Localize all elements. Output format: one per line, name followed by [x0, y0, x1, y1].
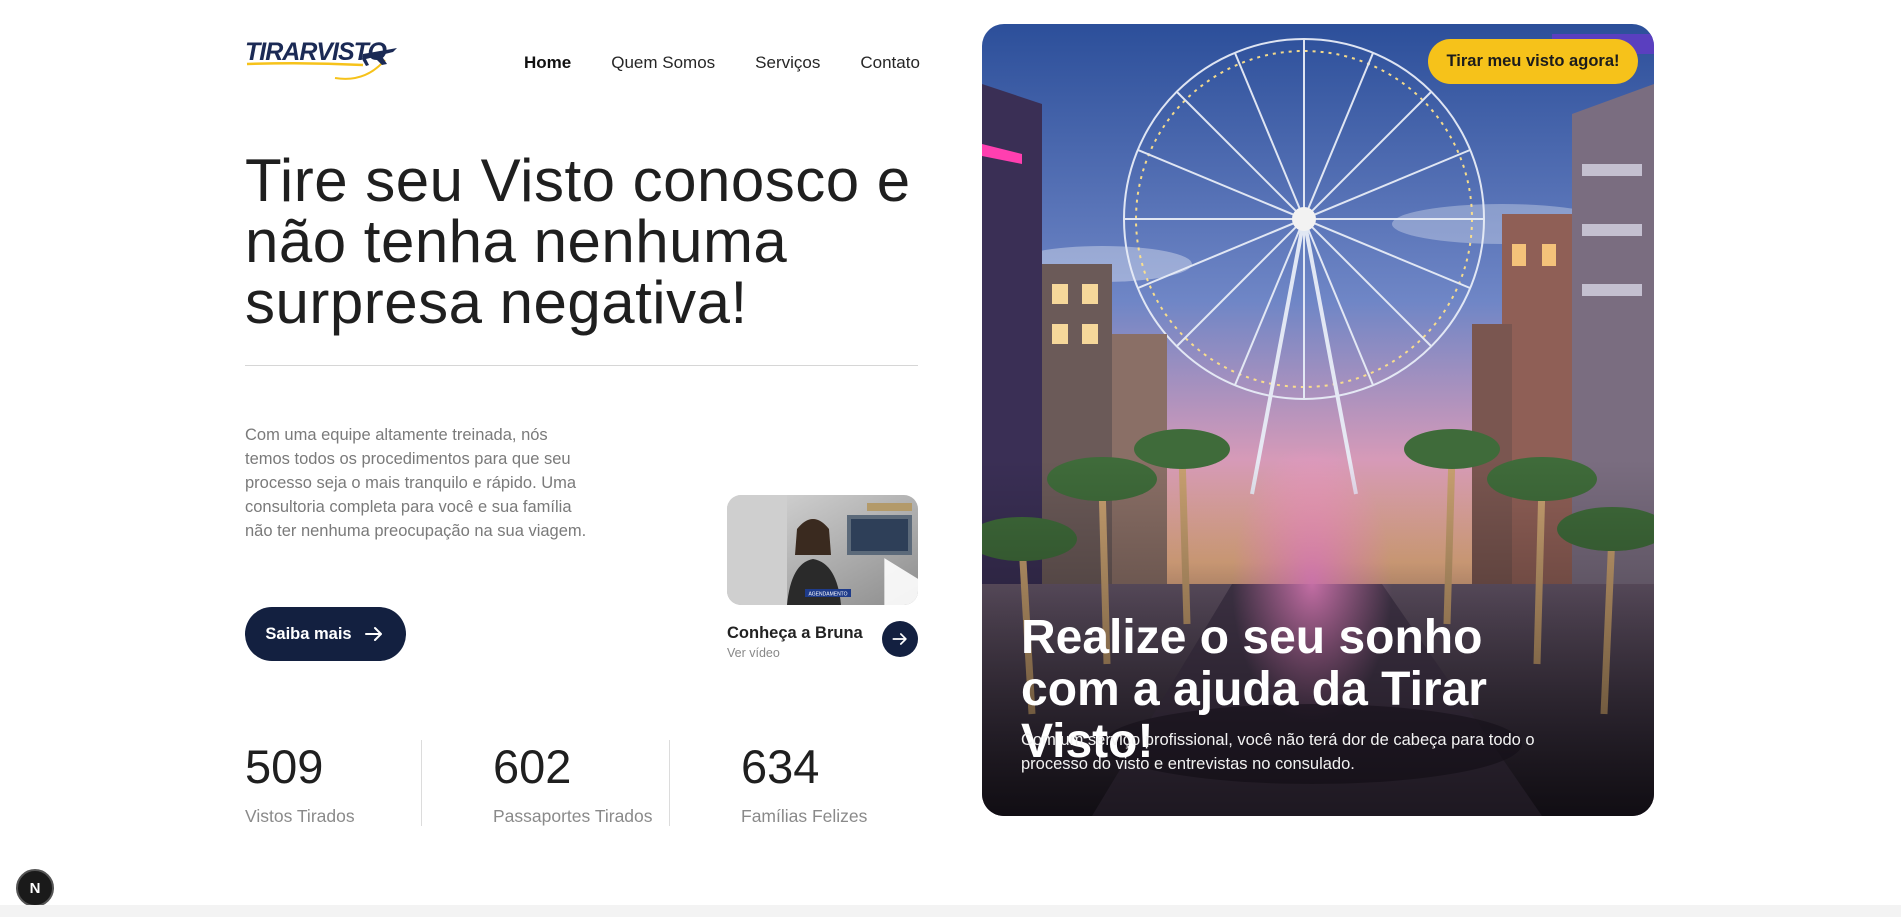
stat-value: 602: [493, 740, 572, 793]
stat-label: Passaportes Tirados: [493, 806, 653, 826]
nav-item-quem-somos[interactable]: Quem Somos: [611, 53, 715, 73]
stat-divider: [669, 740, 670, 826]
hero-divider: [245, 365, 918, 366]
hero-title: Tire seu Visto conosco e não tenha nenhu…: [245, 147, 911, 336]
next-section-edge: [0, 905, 1901, 917]
stat-value: 509: [245, 740, 324, 793]
video-title[interactable]: Conheça a Bruna: [727, 624, 863, 643]
stat-label: Famílias Felizes: [741, 806, 868, 826]
stat-value: 634: [741, 740, 820, 793]
video-arrow-button[interactable]: [882, 621, 918, 657]
main-nav: Home Quem Somos Serviços Contato: [524, 53, 920, 73]
arrow-right-icon: [892, 633, 907, 645]
video-subtitle[interactable]: Ver vídeo: [727, 646, 780, 660]
logo[interactable]: TIRARVISTO: [245, 38, 400, 88]
nav-item-servicos[interactable]: Serviços: [755, 53, 820, 73]
video-thumbnail[interactable]: AGENDAMENTO: [727, 495, 918, 605]
nav-item-home[interactable]: Home: [524, 53, 571, 73]
stat-vistos: 509 Vistos Tirados: [245, 740, 355, 826]
stat-familias: 634 Famílias Felizes: [741, 740, 867, 826]
next-dev-badge[interactable]: N: [16, 869, 54, 907]
card-text: Com um serviço profissional, você não te…: [1021, 731, 1535, 773]
tirar-visto-cta-button[interactable]: Tirar meu visto agora!: [1428, 39, 1638, 84]
logo-image: TIRARVISTO: [245, 38, 397, 80]
arrow-right-icon: [364, 627, 382, 641]
stat-passaportes: 602 Passaportes Tirados: [493, 740, 653, 826]
saiba-mais-button[interactable]: Saiba mais: [245, 607, 406, 661]
nav-item-contato[interactable]: Contato: [860, 53, 920, 73]
stat-divider: [421, 740, 422, 826]
saiba-mais-label: Saiba mais: [265, 624, 352, 643]
hero-description: Com uma equipe altamente treinada, nós t…: [245, 426, 587, 540]
stat-label: Vistos Tirados: [245, 806, 355, 826]
play-icon[interactable]: [810, 537, 918, 605]
